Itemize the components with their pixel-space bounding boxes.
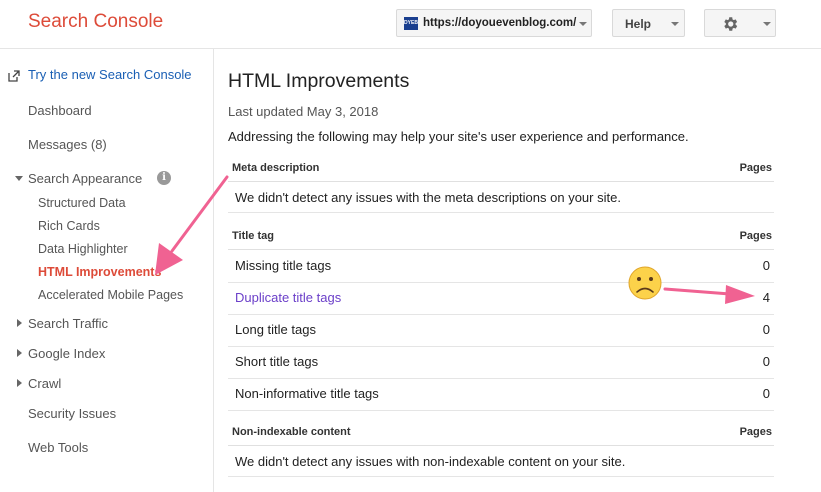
external-link-icon (8, 70, 20, 82)
row-count: 0 (762, 354, 770, 369)
sidebar-subitem-rich-cards[interactable]: Rich Cards (38, 219, 100, 233)
expand-right-icon (17, 349, 22, 357)
sidebar-item-web-tools[interactable]: Web Tools (28, 440, 88, 455)
row-label: Short title tags (235, 354, 319, 369)
sidebar-item-dashboard[interactable]: Dashboard (28, 103, 92, 118)
section-title: Title tag (232, 230, 274, 242)
row-count: 0 (762, 322, 770, 337)
non-indexable-message: We didn't detect any issues with non-ind… (228, 446, 774, 477)
row-label: Non-informative title tags (235, 386, 379, 401)
app-logo[interactable]: Search Console (28, 11, 163, 33)
sidebar-item-messages[interactable]: Messages (8) (28, 137, 107, 152)
site-selector[interactable]: DYEB https://doyouevenblog.com/ (396, 9, 592, 37)
section-title: Non-indexable content (232, 426, 351, 438)
table-row[interactable]: Duplicate title tags 4 (228, 282, 774, 315)
non-indexable-header: Non-indexable content Pages (228, 423, 774, 446)
page-title: HTML Improvements (228, 70, 410, 92)
pages-column-header: Pages (739, 230, 772, 242)
top-bar: Search Console DYEB https://doyouevenblo… (0, 0, 821, 49)
meta-description-header: Meta description Pages (228, 159, 774, 182)
site-favicon: DYEB (404, 17, 418, 30)
row-count: 4 (762, 290, 770, 305)
status-message: We didn't detect any issues with non-ind… (235, 454, 626, 469)
duplicate-title-tags-link[interactable]: Duplicate title tags (235, 290, 341, 305)
table-row: Long title tags 0 (228, 314, 774, 347)
sidebar-subitem-amp[interactable]: Accelerated Mobile Pages (38, 288, 183, 302)
sidebar-subitem-data-highlighter[interactable]: Data Highlighter (38, 242, 128, 256)
status-message: We didn't detect any issues with the met… (235, 190, 621, 205)
sidebar-subitem-structured-data[interactable]: Structured Data (38, 196, 126, 210)
chevron-down-icon (763, 22, 771, 26)
meta-description-message: We didn't detect any issues with the met… (228, 182, 774, 213)
sidebar-item-security-issues[interactable]: Security Issues (28, 406, 116, 421)
sidebar-item-search-traffic[interactable]: Search Traffic (28, 316, 108, 331)
title-tag-header: Title tag Pages (228, 227, 774, 250)
expand-right-icon (17, 379, 22, 387)
sidebar-item-crawl[interactable]: Crawl (28, 376, 61, 391)
pages-column-header: Pages (739, 162, 772, 174)
gear-icon (724, 17, 738, 31)
row-label: Missing title tags (235, 258, 332, 273)
help-label: Help (625, 17, 652, 31)
table-row: Non-informative title tags 0 (228, 378, 774, 411)
chevron-down-icon (671, 22, 679, 26)
expand-down-icon (15, 176, 23, 181)
last-updated-text: Last updated May 3, 2018 (228, 104, 379, 119)
sidebar-subitem-html-improvements[interactable]: HTML Improvements (38, 265, 161, 279)
section-title: Meta description (232, 162, 320, 174)
table-row: Short title tags 0 (228, 346, 774, 379)
chevron-down-icon (579, 22, 587, 26)
info-icon[interactable]: i (157, 171, 171, 185)
row-label: Long title tags (235, 322, 316, 337)
table-row: Missing title tags 0 (228, 250, 774, 283)
row-count: 0 (762, 258, 770, 273)
pages-column-header: Pages (739, 426, 772, 438)
intro-text: Addressing the following may help your s… (228, 129, 689, 144)
help-button[interactable]: Help (612, 9, 685, 37)
sidebar-item-search-appearance[interactable]: Search Appearance (28, 171, 142, 186)
row-count: 0 (762, 386, 770, 401)
site-url: https://doyouevenblog.com/ (423, 17, 577, 29)
expand-right-icon (17, 319, 22, 327)
settings-button[interactable] (704, 9, 776, 37)
sidebar-item-google-index[interactable]: Google Index (28, 346, 105, 361)
try-new-console-link[interactable]: Try the new Search Console (28, 67, 192, 82)
